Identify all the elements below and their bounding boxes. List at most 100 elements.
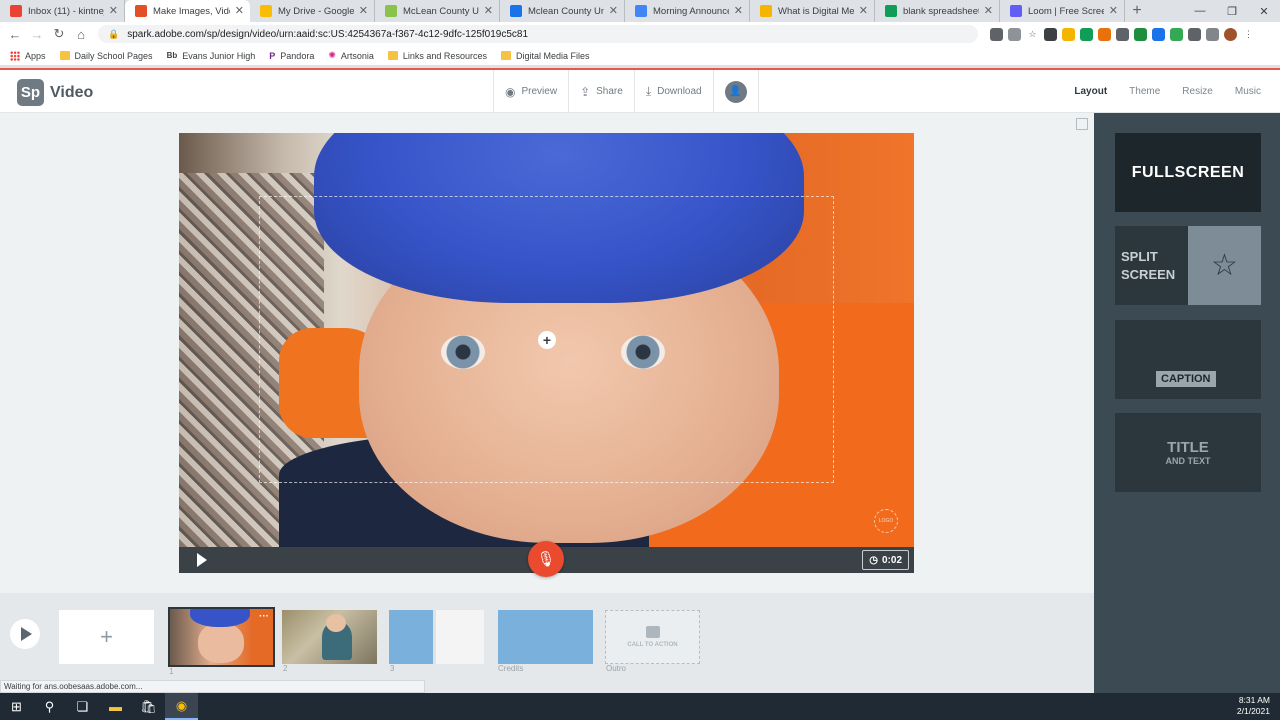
slide-label: Outro: [606, 664, 627, 673]
extension-icon[interactable]: [1170, 27, 1183, 41]
task-view-icon[interactable]: ❏: [66, 693, 99, 720]
search-icon[interactable]: ⚲: [33, 693, 66, 720]
system-clock[interactable]: 8:31 AM 2/1/2021: [1237, 695, 1270, 717]
slide-thumbnail[interactable]: [282, 610, 377, 664]
pandora-icon: P: [269, 50, 276, 61]
close-tab-icon[interactable]: ✕: [609, 4, 618, 17]
split-label: SPLIT SCREEN: [1121, 249, 1176, 282]
home-icon[interactable]: ⌂: [70, 27, 92, 42]
puzzle-icon[interactable]: [1188, 27, 1201, 41]
camera-icon[interactable]: [990, 27, 1003, 41]
extension-icon[interactable]: [1098, 27, 1111, 41]
cta-label: CALL TO ACTION: [627, 642, 678, 648]
browser-tab[interactable]: blank spreadsheet for s✕: [875, 0, 1000, 22]
slide-number: 2: [283, 664, 288, 673]
record-voice-button[interactable]: 🎙: [528, 541, 564, 577]
menu-icon[interactable]: ⋮: [1242, 28, 1255, 41]
extension-icon[interactable]: [1062, 27, 1075, 41]
bookmark-folder[interactable]: Links and Resources: [387, 51, 487, 61]
browser-tab-active[interactable]: Make Images, Videos a✕: [125, 0, 250, 22]
close-window-button[interactable]: ✕: [1248, 0, 1280, 22]
extension-icon[interactable]: [1116, 27, 1129, 41]
add-content-icon[interactable]: +: [538, 331, 556, 349]
chrome-taskbar-icon[interactable]: ◉: [165, 693, 198, 720]
browser-tab[interactable]: What is Digital Media -✕: [750, 0, 875, 22]
bookmark-apps[interactable]: Apps: [10, 50, 46, 61]
preview-button[interactable]: ◉ Preview: [493, 70, 568, 113]
bookmark-folder[interactable]: Daily School Pages: [59, 51, 153, 61]
back-icon[interactable]: ←: [4, 27, 26, 42]
spark-video-logo[interactable]: Sp Video: [17, 79, 93, 106]
share-button[interactable]: ⇪ Share: [568, 70, 634, 113]
close-tab-icon[interactable]: ✕: [859, 4, 868, 17]
close-tab-icon[interactable]: ✕: [109, 4, 118, 17]
logo-placeholder[interactable]: LOGO: [874, 509, 898, 533]
download-button[interactable]: ⤓ Download: [633, 70, 713, 113]
layout-fullscreen[interactable]: FULLSCREEN: [1115, 133, 1261, 212]
extension-icon[interactable]: [1080, 27, 1093, 41]
browser-tab[interactable]: Mclean County Unit 5 S✕: [500, 0, 625, 22]
extensions-area: ☆ ⋮: [990, 27, 1255, 41]
browser-tab[interactable]: Loom | Free Screen ✕: [1000, 0, 1125, 22]
fullscreen-toggle-icon[interactable]: [1076, 118, 1088, 130]
layout-caption[interactable]: CAPTION: [1115, 320, 1261, 399]
outro-slide-thumbnail[interactable]: CALL TO ACTION: [605, 610, 700, 664]
star-icon[interactable]: ☆: [1026, 28, 1039, 41]
layout-title-and-text[interactable]: TITLE AND TEXT: [1115, 413, 1261, 492]
window-controls: — ❐ ✕: [1184, 0, 1280, 22]
slide-thumbnail[interactable]: ···: [168, 607, 275, 667]
close-tab-icon[interactable]: ✕: [235, 4, 244, 17]
close-tab-icon[interactable]: ✕: [984, 4, 993, 17]
thumb-face: [198, 623, 244, 663]
close-tab-icon[interactable]: ✕: [359, 4, 368, 17]
extension-icon[interactable]: [1152, 27, 1165, 41]
minimize-button[interactable]: —: [1184, 0, 1216, 22]
thumb-child-head: [326, 614, 346, 632]
slide-duration-button[interactable]: ◷ 0:02: [862, 550, 909, 570]
reload-icon[interactable]: ↻: [48, 26, 70, 42]
browser-tab[interactable]: McLean County Unit 5✕: [375, 0, 500, 22]
forward-icon[interactable]: →: [26, 27, 48, 42]
close-tab-icon[interactable]: ✕: [734, 4, 743, 17]
close-tab-icon[interactable]: ✕: [484, 4, 493, 17]
credits-slide-thumbnail[interactable]: [498, 610, 593, 664]
bookmark-folder[interactable]: Digital Media Files: [500, 51, 589, 61]
layout-split-screen[interactable]: SPLIT SCREEN ☆: [1115, 226, 1261, 305]
collaborate-button[interactable]: 👤: [712, 70, 759, 113]
profile-avatar[interactable]: [1224, 27, 1237, 41]
tab-layout[interactable]: Layout: [1074, 86, 1107, 97]
eye-icon: ◉: [505, 84, 516, 99]
windows-start-icon[interactable]: ⊞: [0, 693, 33, 720]
browser-toolbar: ← → ↻ ⌂ 🔒 spark.adobe.com/sp/design/vide…: [0, 22, 1280, 46]
extension-icon[interactable]: [1044, 27, 1057, 41]
address-bar[interactable]: 🔒 spark.adobe.com/sp/design/video/urn:aa…: [98, 25, 978, 43]
tab-music[interactable]: Music: [1235, 86, 1261, 97]
new-tab-button[interactable]: +: [1125, 0, 1149, 22]
bookmark-link[interactable]: P Pandora: [269, 51, 314, 61]
bookmark-link[interactable]: Bb Evans Junior High: [167, 51, 256, 61]
cta-icon: [645, 626, 660, 638]
tab-theme[interactable]: Theme: [1129, 86, 1160, 97]
bookmark-link[interactable]: ✺ Artsonia: [328, 50, 374, 61]
file-explorer-icon[interactable]: ▬: [99, 693, 132, 720]
play-icon[interactable]: [197, 553, 207, 567]
slide-photo[interactable]: + LOGO: [179, 133, 914, 547]
install-icon[interactable]: [1008, 27, 1021, 41]
play-all-button[interactable]: [10, 619, 40, 649]
download-icon: ⤓: [645, 84, 652, 98]
browser-tab[interactable]: Morning Announceme✕: [625, 0, 750, 22]
slide-timeline: + ··· 1 2 3 Credits CALL TO ACTION Outro: [0, 593, 1094, 693]
reading-list-icon[interactable]: [1206, 27, 1219, 41]
slide-thumbnail[interactable]: [389, 610, 484, 664]
tab-resize[interactable]: Resize: [1182, 86, 1213, 97]
add-slide-button[interactable]: +: [59, 610, 154, 664]
spark-header: Sp Video ◉ Preview ⇪ Share ⤓ Download 👤 Lay…: [0, 68, 1280, 113]
extension-icon[interactable]: [1134, 27, 1147, 41]
close-tab-icon[interactable]: ✕: [1109, 4, 1118, 17]
browser-tab[interactable]: My Drive - Google Driv✕: [250, 0, 375, 22]
loom-icon: [1010, 5, 1022, 17]
restore-button[interactable]: ❐: [1216, 0, 1248, 22]
slide-options-icon[interactable]: ···: [259, 611, 269, 622]
browser-tab[interactable]: Inbox (11) - kintnej@un✕: [0, 0, 125, 22]
store-icon[interactable]: 🛍: [132, 693, 165, 720]
